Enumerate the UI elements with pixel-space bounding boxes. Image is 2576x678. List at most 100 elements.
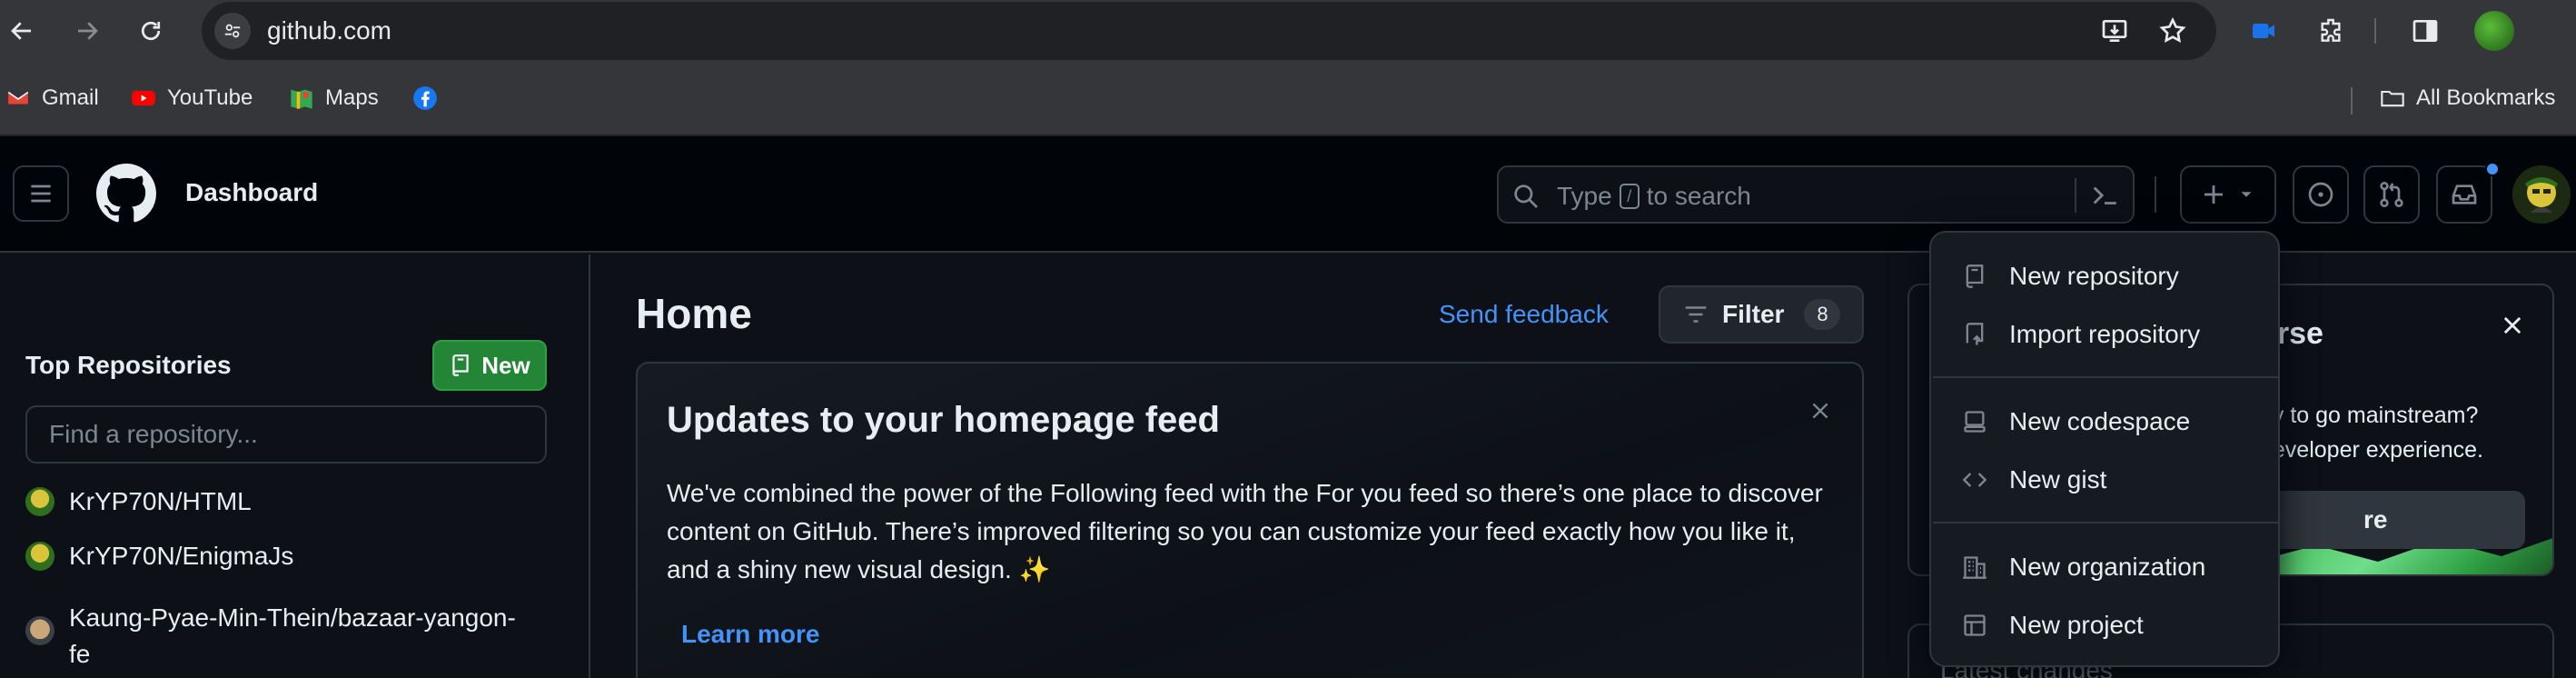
bookmark-maps[interactable]: Maps: [289, 80, 379, 116]
page-context-title[interactable]: Dashboard: [185, 178, 318, 207]
user-avatar[interactable]: [2512, 165, 2571, 224]
inbox-icon: [2452, 184, 2477, 204]
find-repository-input[interactable]: [25, 405, 547, 464]
url-text[interactable]: github.com: [267, 16, 391, 45]
bookmark-star-icon[interactable]: [2155, 13, 2191, 49]
menu-item-new-project[interactable]: New project: [1933, 600, 2278, 651]
close-promo-button[interactable]: [2496, 309, 2529, 342]
filter-icon: [1685, 306, 1707, 323]
menu-item-label: New project: [2009, 611, 2144, 639]
search-placeholder: Type / to search: [1557, 182, 1751, 211]
repo-name[interactable]: KrYP70N/EnigmaJs: [69, 538, 293, 574]
back-icon[interactable]: [4, 13, 40, 49]
address-bar[interactable]: github.com: [202, 2, 2216, 60]
organization-icon: [1960, 553, 1989, 582]
site-settings-icon[interactable]: [214, 13, 251, 49]
repo-name[interactable]: Kaung-Pyae-Min-Thein/bazaar-yangon- fe: [69, 600, 516, 673]
menu-divider: [1933, 522, 2278, 523]
forward-icon[interactable]: [69, 13, 105, 49]
page-title: Home: [636, 290, 752, 337]
repo-icon: [1960, 262, 1989, 291]
install-app-icon[interactable]: [2096, 13, 2133, 49]
filter-button[interactable]: Filter 8: [1659, 285, 1864, 344]
menu-item-import-repository[interactable]: Import repository: [1933, 309, 2278, 360]
create-new-menu: New repository Import repository New cod…: [1929, 231, 2280, 667]
bookmark-label: Gmail: [42, 85, 99, 110]
search-icon: [1514, 184, 1538, 208]
feed-card-body: We've combined the power of the Followin…: [667, 479, 1823, 583]
toolbar-divider: [2374, 18, 2376, 44]
filter-count-badge: 8: [1804, 299, 1841, 330]
git-pull-request-icon: [2380, 182, 2403, 207]
github-logo-icon[interactable]: [96, 164, 156, 224]
profile-avatar[interactable]: [2474, 11, 2514, 51]
repo-name[interactable]: KrYP70N/HTML: [69, 484, 252, 520]
menu-item-label: Import repository: [2009, 320, 2201, 348]
filter-label: Filter: [1722, 300, 1785, 328]
learn-more-link[interactable]: Learn more: [681, 620, 820, 649]
folder-icon: [2380, 85, 2405, 111]
new-button-label: New: [481, 351, 530, 379]
repo-owner-avatar: [25, 542, 54, 571]
codespaces-icon: [1960, 407, 1989, 436]
menu-item-label: New codespace: [2009, 407, 2191, 435]
send-feedback-link[interactable]: Send feedback: [1439, 300, 1609, 329]
code-icon: [1960, 465, 1989, 494]
menu-item-new-codespace[interactable]: New codespace: [1933, 396, 2278, 447]
top-repositories-heading: Top Repositories: [25, 351, 232, 379]
hamburger-icon: [31, 184, 51, 203]
new-repository-button[interactable]: New: [432, 340, 547, 391]
dismiss-card-button[interactable]: [1806, 396, 1835, 425]
extensions-icon[interactable]: [2313, 13, 2349, 49]
command-palette-icon[interactable]: [2089, 180, 2120, 211]
video-extension-icon[interactable]: [2245, 13, 2282, 49]
repo-link[interactable]: KrYP70N/EnigmaJs: [25, 538, 293, 574]
bookmark-label: Maps: [325, 85, 379, 110]
maps-icon: [289, 85, 314, 111]
bookmarks-divider: [2351, 87, 2353, 115]
search-input[interactable]: Type / to search: [1497, 165, 2135, 224]
avatar-image: [2512, 165, 2571, 224]
plus-icon: [2204, 185, 2223, 204]
promo-card-text: gy to go mainstream? developer experienc…: [2260, 398, 2483, 467]
menu-item-label: New gist: [2009, 465, 2107, 494]
menu-button[interactable]: [13, 165, 69, 222]
issues-button[interactable]: [2293, 165, 2349, 224]
bookmark-gmail[interactable]: Gmail: [5, 80, 99, 116]
inbox-button[interactable]: [2436, 165, 2492, 224]
browser-toolbar: github.com: [0, 0, 2576, 62]
menu-item-label: New organization: [2009, 553, 2206, 581]
pull-requests-button[interactable]: [2363, 165, 2420, 224]
reload-icon[interactable]: [133, 13, 169, 49]
side-panel-icon[interactable]: [2407, 13, 2443, 49]
menu-item-label: New repository: [2009, 262, 2179, 290]
bookmark-facebook[interactable]: [412, 80, 438, 116]
all-bookmarks[interactable]: All Bookmarks: [2380, 80, 2555, 116]
repo-owner-avatar: [25, 616, 54, 645]
repo-push-icon: [1960, 320, 1989, 349]
bookmark-label: YouTube: [167, 85, 253, 110]
search-shortcut-key: /: [1619, 184, 1640, 209]
notification-indicator: [2485, 162, 2500, 176]
menu-item-new-organization[interactable]: New organization: [1933, 542, 2278, 593]
table-icon: [1960, 611, 1989, 640]
menu-divider: [1933, 376, 2278, 378]
promo-text-line: developer experience.: [2260, 437, 2483, 463]
feed-update-card: Updates to your homepage feed We've comb…: [636, 362, 1864, 678]
bookmarks-bar: Gmail YouTube Maps All Bookmarks: [0, 62, 2576, 136]
promo-button-label: re: [2363, 505, 2388, 533]
create-new-button[interactable]: [2180, 165, 2276, 224]
issue-opened-icon: [2308, 182, 2333, 207]
menu-item-new-repository[interactable]: New repository: [1933, 251, 2278, 302]
close-icon: [2503, 316, 2522, 334]
menu-item-new-gist[interactable]: New gist: [1933, 454, 2278, 505]
repo-link[interactable]: Kaung-Pyae-Min-Thein/bazaar-yangon- fe: [25, 600, 552, 673]
promo-text-line: gy to go mainstream?: [2260, 403, 2479, 428]
search-divider: [2075, 178, 2076, 213]
bookmark-youtube[interactable]: YouTube: [131, 80, 253, 116]
close-icon: [1812, 403, 1828, 419]
repo-icon: [452, 354, 469, 376]
repo-link[interactable]: KrYP70N/HTML: [25, 484, 252, 520]
feed-card-title: Updates to your homepage feed: [667, 400, 1220, 440]
youtube-icon: [131, 85, 156, 111]
